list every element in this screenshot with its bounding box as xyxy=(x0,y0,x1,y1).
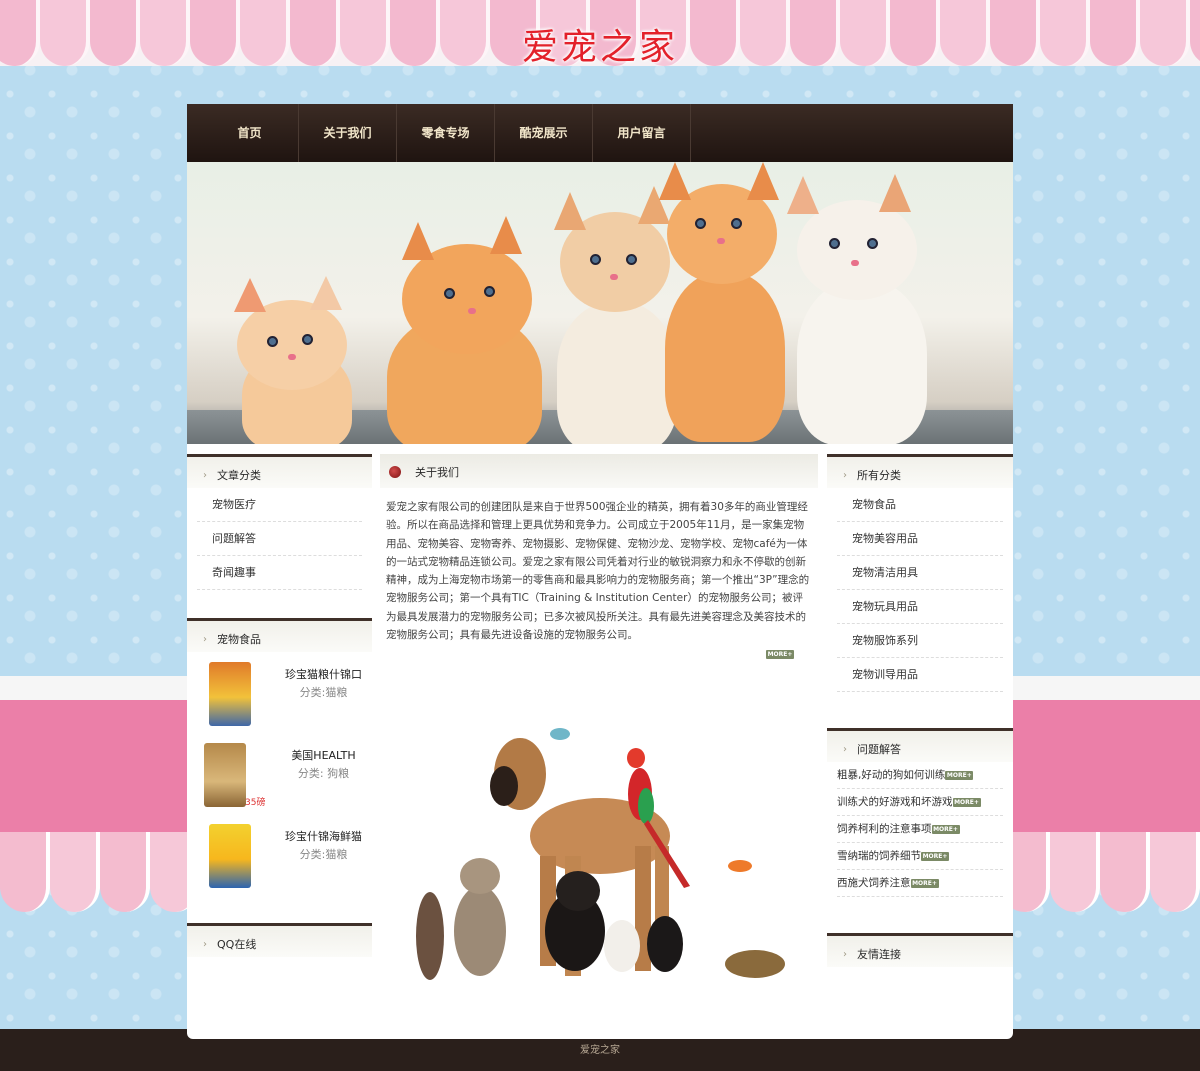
category-toys[interactable]: 宠物玩具用品 xyxy=(837,590,1003,624)
product-item[interactable]: 美国HEALTH 分类: 狗粮 35磅 xyxy=(187,733,372,814)
product-category: 分类:猫粮 xyxy=(299,686,348,699)
left-sidebar: › 文章分类 宠物医疗 问题解答 奇闻趣事 › 宠物食品 珍宝猫粮什锦口 分类:… xyxy=(187,454,372,957)
qa-more-button[interactable]: MORE+ xyxy=(910,878,939,888)
pet-food-header: › 宠物食品 xyxy=(187,618,372,652)
qa-item[interactable]: 西施犬饲养注意 MORE+ xyxy=(837,870,1003,897)
awning-scallop xyxy=(100,832,150,912)
chevron-right-icon: › xyxy=(843,949,847,960)
parrot-shape xyxy=(638,788,654,824)
article-category-title: 文章分类 xyxy=(217,469,261,482)
qq-online-header: › QQ在线 xyxy=(187,923,372,957)
main-nav: 首页 关于我们 零食专场 酷宠展示 用户留言 xyxy=(187,104,1013,162)
qa-item[interactable]: 雪纳瑞的饲养细节 MORE+ xyxy=(837,843,1003,870)
article-category-medical[interactable]: 宠物医疗 xyxy=(197,488,362,522)
qa-header: › 问题解答 xyxy=(827,728,1013,762)
bulldog-shape xyxy=(556,871,600,911)
about-text: 爱宠之家有限公司的创建团队是来自于世界500强企业的精英，拥有着30多年的商业管… xyxy=(386,501,810,642)
kitten-image xyxy=(372,204,547,444)
awning-scallop xyxy=(1050,832,1100,912)
bird-shape xyxy=(550,728,570,740)
product-name[interactable]: 珍宝猫粮什锦口 xyxy=(187,666,372,682)
qa-item-label[interactable]: 西施犬饲养注意 xyxy=(837,877,911,889)
awning-scallop xyxy=(0,832,50,912)
chevron-right-icon: › xyxy=(203,470,207,481)
product-item[interactable]: 珍宝什锦海鲜猫 分类:猫粮 xyxy=(187,814,372,895)
qa-more-button[interactable]: MORE+ xyxy=(945,770,974,780)
dog-shape xyxy=(490,766,518,806)
category-pet-food[interactable]: 宠物食品 xyxy=(837,488,1003,522)
product-weight-tag: 35磅 xyxy=(245,798,266,808)
qa-item-label[interactable]: 粗暴,好动的狗如何训练 xyxy=(837,769,945,781)
qa-item[interactable]: 饲养柯利的注意事项 MORE+ xyxy=(837,816,1003,843)
article-category-header: › 文章分类 xyxy=(187,454,372,488)
kitten-image xyxy=(222,276,362,444)
qa-item[interactable]: 粗暴,好动的狗如何训练 MORE+ xyxy=(837,762,1003,789)
ferret-shape xyxy=(416,892,444,980)
awning-scallop xyxy=(50,832,100,912)
product-name[interactable]: 美国HEALTH xyxy=(187,747,372,763)
qa-more-button[interactable]: MORE+ xyxy=(952,797,981,807)
turtle-shape xyxy=(725,950,785,978)
about-header: 关于我们 xyxy=(380,454,818,488)
about-title: 关于我们 xyxy=(415,466,459,479)
kitten-shape xyxy=(604,920,640,972)
qa-item-label[interactable]: 雪纳瑞的饲养细节 xyxy=(837,850,921,862)
kitten-image xyxy=(655,162,790,444)
product-category: 分类: 狗粮 xyxy=(297,767,350,780)
hero-banner-kittens xyxy=(187,162,1013,444)
product-category: 分类:猫粮 xyxy=(299,848,348,861)
nav-snacks[interactable]: 零食专场 xyxy=(397,104,495,162)
qa-item-label[interactable]: 饲养柯利的注意事项 xyxy=(837,823,932,835)
right-sidebar: › 所有分类 宠物食品 宠物美容用品 宠物清洁用具 宠物玩具用品 宠物服饰系列 … xyxy=(827,454,1013,967)
friend-links-header: › 友情连接 xyxy=(827,933,1013,967)
cat-shape xyxy=(460,858,500,894)
awning-scallop xyxy=(1150,832,1200,912)
bird-shape xyxy=(728,860,752,872)
pets-group-image xyxy=(416,728,785,980)
nav-home[interactable]: 首页 xyxy=(201,104,299,162)
article-category-qa[interactable]: 问题解答 xyxy=(197,522,362,556)
chevron-right-icon: › xyxy=(843,744,847,755)
nav-pet-show[interactable]: 酷宠展示 xyxy=(495,104,593,162)
nav-guestbook[interactable]: 用户留言 xyxy=(593,104,691,162)
main-content: 关于我们 爱宠之家有限公司的创建团队是来自于世界500强企业的精英，拥有着30多… xyxy=(380,454,818,980)
footer-text: 爱宠之家 xyxy=(580,1045,620,1056)
qq-online-title: QQ在线 xyxy=(217,938,257,951)
chevron-right-icon: › xyxy=(203,939,207,950)
category-apparel[interactable]: 宠物服饰系列 xyxy=(837,624,1003,658)
chevron-right-icon: › xyxy=(843,470,847,481)
cat-shape xyxy=(454,886,506,976)
article-category-stories[interactable]: 奇闻趣事 xyxy=(197,556,362,590)
awning-scallop xyxy=(1100,832,1150,912)
qa-item-label[interactable]: 训练犬的好游戏和坏游戏 xyxy=(837,796,953,808)
red-bullet-icon xyxy=(389,466,401,478)
kitten-image xyxy=(787,170,937,444)
pet-food-title: 宠物食品 xyxy=(217,633,261,646)
qa-item[interactable]: 训练犬的好游戏和坏游戏 MORE+ xyxy=(837,789,1003,816)
article-category-list: 宠物医疗 问题解答 奇闻趣事 xyxy=(187,488,372,590)
category-grooming[interactable]: 宠物美容用品 xyxy=(837,522,1003,556)
product-item[interactable]: 珍宝猫粮什锦口 分类:猫粮 xyxy=(187,652,372,733)
qa-title: 问题解答 xyxy=(857,743,901,756)
qa-more-button[interactable]: MORE+ xyxy=(921,851,949,861)
all-categories-header: › 所有分类 xyxy=(827,454,1013,488)
parrot-shape xyxy=(627,748,645,768)
category-list: 宠物食品 宠物美容用品 宠物清洁用具 宠物玩具用品 宠物服饰系列 宠物训导用品 xyxy=(827,488,1013,692)
category-training[interactable]: 宠物训导用品 xyxy=(837,658,1003,692)
friend-links-title: 友情连接 xyxy=(857,948,901,961)
main-container: 首页 关于我们 零食专场 酷宠展示 用户留言 › 文章分类 宠物医疗 问题解答 … xyxy=(187,104,1013,1039)
about-more-button[interactable]: MORE+ xyxy=(766,650,794,659)
kitten-shape xyxy=(647,916,683,972)
qa-more-button[interactable]: MORE+ xyxy=(931,824,960,834)
nav-about[interactable]: 关于我们 xyxy=(299,104,397,162)
all-categories-title: 所有分类 xyxy=(857,469,901,482)
product-name[interactable]: 珍宝什锦海鲜猫 xyxy=(187,828,372,844)
site-logo[interactable]: 爱宠之家 xyxy=(0,18,1200,70)
qa-list: 粗暴,好动的狗如何训练 MORE+ 训练犬的好游戏和坏游戏 MORE+ 饲养柯利的注… xyxy=(827,762,1013,897)
category-cleaning[interactable]: 宠物清洁用具 xyxy=(837,556,1003,590)
